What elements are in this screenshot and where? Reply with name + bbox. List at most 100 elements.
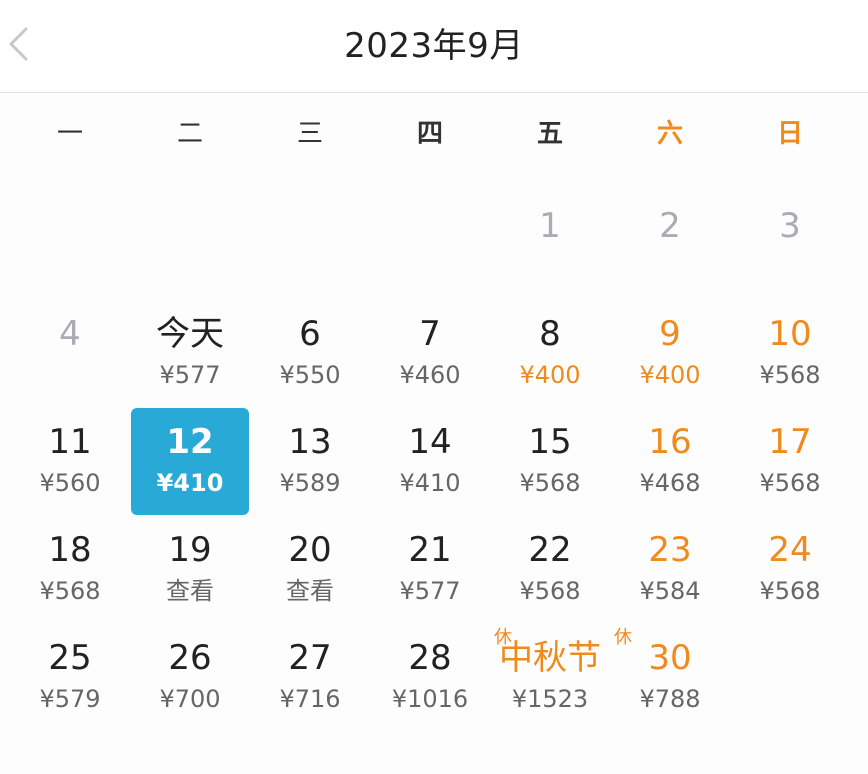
day-price: ¥788 xyxy=(639,685,701,713)
day-price: ¥589 xyxy=(279,469,341,497)
day-price: ¥468 xyxy=(639,469,701,497)
day-cell-28[interactable]: 28 ¥1016 xyxy=(370,624,490,732)
weekday-tue: 二 xyxy=(176,119,203,149)
day-price: ¥460 xyxy=(399,361,461,389)
day-number: 21 xyxy=(408,530,452,570)
weekday-row: 一 二 三 四 五 六 日 xyxy=(10,112,850,156)
day-cell-9[interactable]: 9 ¥400 xyxy=(610,300,730,408)
day-number: 23 xyxy=(648,530,692,570)
weekday-sun: 日 xyxy=(776,119,803,149)
day-cell-23[interactable]: 23 ¥584 xyxy=(610,516,730,624)
day-number: 26 xyxy=(168,638,212,678)
day-cell-empty xyxy=(10,192,130,300)
day-price: ¥577 xyxy=(159,361,221,389)
day-price: ¥568 xyxy=(759,577,821,605)
day-number: 27 xyxy=(288,638,332,678)
day-number: 30 xyxy=(648,638,692,678)
day-price: ¥410 xyxy=(399,469,461,497)
day-price: ¥584 xyxy=(639,577,701,605)
day-cell-19[interactable]: 19 查看 xyxy=(130,516,250,624)
day-number: 11 xyxy=(48,422,92,462)
day-number: 10 xyxy=(768,314,812,354)
day-cell-mid-autumn[interactable]: 休 中秋节 ¥1523 xyxy=(490,624,610,732)
day-cell-13[interactable]: 13 ¥589 xyxy=(250,408,370,516)
day-price: ¥400 xyxy=(639,361,701,389)
day-cell-empty xyxy=(370,192,490,300)
day-cell-26[interactable]: 26 ¥700 xyxy=(130,624,250,732)
day-number: 20 xyxy=(288,530,332,570)
day-cell-11[interactable]: 11 ¥560 xyxy=(10,408,130,516)
day-cell-1: 1 xyxy=(490,192,610,300)
day-cell-4: 4 xyxy=(10,300,130,408)
day-cell-21[interactable]: 21 ¥577 xyxy=(370,516,490,624)
day-number: 14 xyxy=(408,422,452,462)
holiday-name: 中秋节 xyxy=(499,638,601,678)
day-number: 25 xyxy=(48,638,92,678)
day-cell-2: 2 xyxy=(610,192,730,300)
day-price: ¥1016 xyxy=(391,685,469,713)
day-price: ¥700 xyxy=(159,685,221,713)
day-price-view-link[interactable]: 查看 xyxy=(130,576,250,606)
day-price: ¥568 xyxy=(39,577,101,605)
day-cell-18[interactable]: 18 ¥568 xyxy=(10,516,130,624)
day-cell-8[interactable]: 8 ¥400 xyxy=(490,300,610,408)
day-cell-empty xyxy=(130,192,250,300)
day-cell-22[interactable]: 22 ¥568 xyxy=(490,516,610,624)
day-cell-30[interactable]: 休 30 ¥788 xyxy=(610,624,730,732)
weekday-sat: 六 xyxy=(656,119,683,149)
weekday-fri: 五 xyxy=(536,119,563,149)
weekday-thu: 四 xyxy=(416,119,443,149)
month-title: 2023年9月 xyxy=(344,26,524,66)
day-number: 6 xyxy=(299,314,321,354)
calendar-header: 2023年9月 xyxy=(0,0,868,93)
day-number: 24 xyxy=(768,530,812,570)
day-cell-24[interactable]: 24 ¥568 xyxy=(730,516,850,624)
day-number: 16 xyxy=(648,422,692,462)
day-price-view-link[interactable]: 查看 xyxy=(250,576,370,606)
day-cell-10[interactable]: 10 ¥568 xyxy=(730,300,850,408)
day-price: ¥550 xyxy=(279,361,341,389)
day-cell-15[interactable]: 15 ¥568 xyxy=(490,408,610,516)
weekday-wed: 三 xyxy=(296,119,323,149)
day-number: 18 xyxy=(48,530,92,570)
day-price: ¥568 xyxy=(759,361,821,389)
day-number: 28 xyxy=(408,638,452,678)
day-number: 4 xyxy=(59,314,81,354)
day-price: ¥568 xyxy=(759,469,821,497)
day-cell-16[interactable]: 16 ¥468 xyxy=(610,408,730,516)
day-number: 13 xyxy=(288,422,332,462)
day-number: 8 xyxy=(539,314,561,354)
day-cell-today[interactable]: 今天 ¥577 xyxy=(130,300,250,408)
day-cell-3: 3 xyxy=(730,192,850,300)
weekday-mon: 一 xyxy=(56,119,83,149)
day-cell-empty xyxy=(730,624,850,732)
day-number: 3 xyxy=(779,206,801,246)
day-price: ¥410 xyxy=(156,469,224,497)
day-cell-6[interactable]: 6 ¥550 xyxy=(250,300,370,408)
day-number: 17 xyxy=(768,422,812,462)
day-cell-14[interactable]: 14 ¥410 xyxy=(370,408,490,516)
calendar: 2023年9月 一 二 三 四 五 六 日 1 2 3 4 今天 ¥577 6 … xyxy=(0,0,868,774)
day-price: ¥400 xyxy=(519,361,581,389)
day-number: 15 xyxy=(528,422,572,462)
day-price: ¥579 xyxy=(39,685,101,713)
day-number: 2 xyxy=(659,206,681,246)
day-price: ¥568 xyxy=(519,577,581,605)
day-grid: 1 2 3 4 今天 ¥577 6 ¥550 7 ¥460 8 ¥400 9 ¥… xyxy=(10,192,850,732)
day-price: ¥577 xyxy=(399,577,461,605)
day-number: 7 xyxy=(419,314,441,354)
day-cell-12-selected[interactable]: 12 ¥410 xyxy=(130,408,250,516)
day-cell-7[interactable]: 7 ¥460 xyxy=(370,300,490,408)
day-price: ¥568 xyxy=(519,469,581,497)
day-price: ¥1523 xyxy=(511,685,589,713)
day-price: ¥560 xyxy=(39,469,101,497)
day-cell-25[interactable]: 25 ¥579 xyxy=(10,624,130,732)
day-number: 今天 xyxy=(156,314,224,354)
day-cell-20[interactable]: 20 查看 xyxy=(250,516,370,624)
day-cell-17[interactable]: 17 ¥568 xyxy=(730,408,850,516)
day-cell-empty xyxy=(250,192,370,300)
day-number: 12 xyxy=(166,422,214,462)
day-number: 22 xyxy=(528,530,572,570)
day-number: 1 xyxy=(539,206,561,246)
day-cell-27[interactable]: 27 ¥716 xyxy=(250,624,370,732)
